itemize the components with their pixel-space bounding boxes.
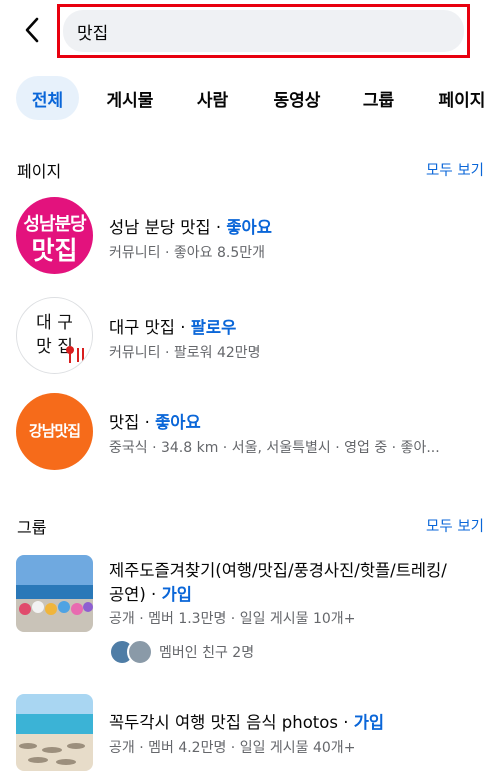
avatar-logo-text: 강남맛집 bbox=[28, 422, 81, 440]
page-avatar: 대 구 맛 집 bbox=[16, 297, 93, 374]
group-title-line: 공연) · 가입 bbox=[109, 581, 192, 605]
avatar bbox=[127, 639, 153, 665]
page-item[interactable]: 강남맛집 맛집 · 좋아요 중국식 · 34.8 km · 서울, 서울특별시 … bbox=[0, 393, 500, 473]
tab-pages[interactable]: 페이지 bbox=[432, 76, 492, 120]
friend-members: 멤버인 친구 2명 bbox=[109, 639, 254, 665]
join-button[interactable]: 가입 bbox=[162, 585, 192, 604]
tab-videos[interactable]: 동영상 bbox=[266, 76, 328, 120]
tab-all[interactable]: 전체 bbox=[16, 76, 79, 120]
separator-dot: · bbox=[210, 218, 227, 237]
groups-section-title: 그룹 bbox=[17, 518, 47, 537]
back-button[interactable] bbox=[14, 12, 50, 48]
friends-count: 멤버인 친구 2명 bbox=[159, 645, 255, 661]
search-query: 맛집 bbox=[77, 23, 109, 44]
pages-see-all-link[interactable]: 모두 보기 bbox=[426, 159, 484, 180]
chevron-left-icon bbox=[25, 17, 39, 43]
tab-people[interactable]: 사람 bbox=[190, 76, 235, 120]
page-name: 맛집 bbox=[109, 413, 140, 432]
group-cover-image bbox=[16, 555, 93, 632]
page-name: 대구 맛집 bbox=[109, 318, 175, 337]
groups-see-all-link[interactable]: 모두 보기 bbox=[426, 515, 484, 536]
group-name-line2: 공연) bbox=[109, 585, 146, 604]
group-meta: 공개 · 멤버 4.2만명 · 일일 게시물 40개+ bbox=[109, 740, 356, 756]
page-meta: 커뮤니티 · 좋아요 8.5만개 bbox=[109, 245, 265, 261]
search-header: 맛집 bbox=[0, 0, 500, 62]
search-highlight: 맛집 bbox=[57, 4, 470, 58]
group-cover-image bbox=[16, 694, 93, 771]
separator-dot: · bbox=[145, 585, 162, 604]
avatar-logo-text: 맛집 bbox=[31, 236, 78, 265]
page-title-line: 성남 분당 맛집 · 좋아요 bbox=[109, 214, 272, 238]
like-button[interactable]: 좋아요 bbox=[155, 413, 201, 432]
spoon-icon bbox=[66, 346, 84, 363]
tab-posts[interactable]: 게시물 bbox=[97, 76, 163, 120]
page-title-line: 맛집 · 좋아요 bbox=[109, 409, 201, 433]
follow-button[interactable]: 팔로우 bbox=[191, 318, 237, 337]
page-item[interactable]: 대 구 맛 집 대구 맛집 · 팔로우 커뮤니티 · 팔로워 42만명 bbox=[0, 297, 500, 377]
group-item[interactable]: 제주도즐겨찾기(여행/맛집/풍경사진/핫플/트레킹/ 공연) · 가입 공개 ·… bbox=[0, 555, 500, 670]
search-input[interactable]: 맛집 bbox=[63, 10, 464, 52]
separator-dot: · bbox=[174, 318, 191, 337]
page-avatar: 강남맛집 bbox=[16, 393, 93, 470]
group-meta: 공개 · 멤버 1.3만명 · 일일 게시물 10개+ bbox=[109, 611, 356, 627]
page-meta: 중국식 · 34.8 km · 서울, 서울특별시 · 영업 중 · 좋아... bbox=[109, 440, 440, 456]
group-name: 꼭두각시 여행 맛집 음식 photos bbox=[109, 713, 338, 732]
separator-dot: · bbox=[139, 413, 156, 432]
group-title-line: 꼭두각시 여행 맛집 음식 photos · 가입 bbox=[109, 709, 384, 733]
like-button[interactable]: 좋아요 bbox=[226, 218, 272, 237]
group-item[interactable]: 꼭두각시 여행 맛집 음식 photos · 가입 공개 · 멤버 4.2만명 … bbox=[0, 694, 500, 772]
separator-dot: · bbox=[337, 713, 354, 732]
pages-section-title: 페이지 bbox=[17, 162, 62, 181]
page-item[interactable]: 성남분당 맛집 성남 분당 맛집 · 좋아요 커뮤니티 · 좋아요 8.5만개 bbox=[0, 197, 500, 277]
group-name-line1: 제주도즐겨찾기(여행/맛집/풍경사진/핫플/트레킹/ bbox=[109, 561, 447, 580]
page-meta: 커뮤니티 · 팔로워 42만명 bbox=[109, 345, 261, 361]
filter-tabs: 전체 게시물 사람 동영상 그룹 페이지 bbox=[0, 76, 500, 120]
page-avatar: 성남분당 맛집 bbox=[16, 197, 93, 274]
join-button[interactable]: 가입 bbox=[354, 713, 384, 732]
page-name: 성남 분당 맛집 bbox=[109, 218, 211, 237]
page-title-line: 대구 맛집 · 팔로우 bbox=[109, 314, 236, 338]
tab-groups[interactable]: 그룹 bbox=[356, 76, 401, 120]
avatar-logo-text: 대 구 bbox=[36, 313, 73, 333]
